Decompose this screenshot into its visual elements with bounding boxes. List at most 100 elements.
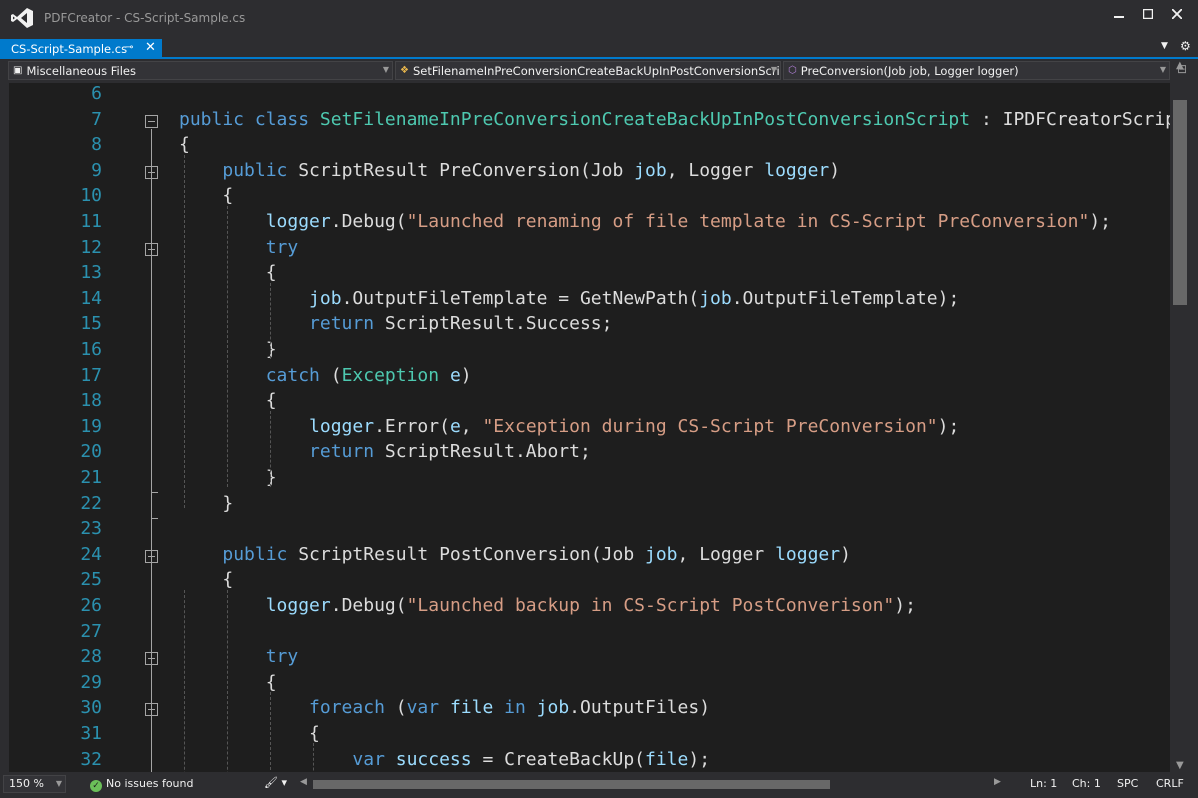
code-token: , Logger [677,543,776,565]
vertical-scroll-thumb[interactable] [1173,100,1187,305]
line-number: 23 [80,518,102,540]
window-title: PDFCreator - CS-Script-Sample.cs [44,11,246,25]
zoom-level: 150 % [9,777,44,790]
csharp-file-icon: ▣ [13,65,23,76]
tab-list-dropdown-icon[interactable]: ▼ [1161,41,1168,51]
code-token: "Launched renaming of file template in C… [406,211,1090,232]
code-token: job [699,287,732,309]
code-token: ( [330,364,342,386]
title-bar: PDFCreator - CS-Script-Sample.cs [0,0,1198,37]
zoom-dropdown[interactable]: 150 % ▼ [3,775,66,793]
line-number: 19 [80,415,102,437]
close-window-button[interactable] [1164,5,1190,23]
code-token: ); [1089,211,1112,232]
chevron-down-icon: ▼ [55,779,62,788]
code-token: .OutputFiles) [569,697,711,719]
code-line: var success = CreateBackUp(file); [179,749,710,770]
code-token: { [179,569,234,591]
code-cleanup-icon[interactable]: 🖌 ▾ [264,776,287,789]
issues-text: No issues found [106,777,194,790]
line-number: 29 [80,671,102,693]
line-number: 24 [80,543,102,565]
tab-cs-script-sample[interactable]: CS-Script-Sample.cs ⊸ ✕ [0,39,162,59]
code-token: catch [265,364,331,386]
code-token: { [179,185,234,207]
code-line: logger.Debug("Launched backup in CS-Scri… [179,595,916,616]
pin-icon[interactable]: ⊸ [125,42,133,53]
code-token: e [449,415,461,437]
code-token: success [395,748,472,770]
class-dropdown[interactable]: ❖ SetFilenameInPreConversionCreateBackUp… [395,61,781,80]
code-token: file [645,748,689,770]
line-ending-indicator[interactable]: CRLF [1156,777,1184,790]
code-line: return ScriptResult.Abort; [179,441,591,462]
line-number: 14 [80,287,102,309]
indent-guide [184,589,185,772]
member-dropdown[interactable]: ⬡ PreConversion(Job job, Logger logger) … [783,61,1170,80]
line-number: 7 [91,108,102,130]
indent-guide [227,205,228,488]
outline-line [151,128,152,772]
line-number: 20 [80,441,102,463]
code-token: var [406,697,450,719]
line-number: 13 [80,262,102,284]
outline-end-mark [151,492,158,494]
scroll-down-icon[interactable]: ▼ [1176,760,1184,771]
status-bar: 150 % ▼ ✓ No issues found 🖌 ▾ ◀ ▶ Ln: 1 C… [0,772,1198,798]
code-token: ScriptResult PostConversion(Job [298,543,645,565]
indent-guide [270,282,271,360]
code-token: ) [829,159,841,181]
code-token: return [309,313,385,335]
line-number: 17 [80,364,102,386]
code-token: { [179,134,190,156]
line-number: 12 [80,236,102,258]
scroll-right-icon[interactable]: ▶ [994,777,1001,787]
line-number: 31 [80,723,102,744]
code-token: public [222,159,299,181]
code-token: logger [265,211,331,232]
tab-close-icon[interactable]: ✕ [145,40,156,55]
project-dropdown[interactable]: ▣ Miscellaneous Files ▼ [8,61,393,80]
scroll-left-icon[interactable]: ◀ [300,777,307,787]
code-line: foreach (var file in job.OutputFiles) [179,697,710,718]
code-token: logger [265,595,331,616]
code-editor[interactable]: 6 7 public class SetFilenameInPreConversio… [9,83,1170,772]
indent-guide [270,410,271,488]
line-indicator: Ln: 1 [1030,777,1058,790]
minimize-button[interactable] [1106,5,1132,23]
line-number: 28 [80,646,102,668]
code-token: ) [460,364,472,386]
minimize-icon [1114,16,1124,18]
code-line: { [179,723,320,744]
code-token: job [309,287,342,309]
whitespace-indicator[interactable]: SPC [1117,777,1138,790]
line-number: 18 [80,390,102,412]
issues-indicator[interactable]: ✓ No issues found [90,777,193,792]
line-number: 25 [80,569,102,591]
gear-icon[interactable]: ⚙ [1180,39,1191,53]
line-number: 11 [80,211,102,232]
code-line: { [179,134,190,155]
chevron-down-icon: ▼ [1159,65,1166,74]
document-tab-strip: CS-Script-Sample.cs ⊸ ✕ ▼ ⚙ [0,37,1198,59]
horizontal-scroll-thumb[interactable] [313,780,830,789]
code-token: , Logger [666,159,765,181]
line-number: 16 [80,339,102,360]
code-token: : IPDFCreatorScript [970,108,1170,130]
line-number: 21 [80,467,102,488]
maximize-button[interactable] [1135,5,1161,23]
collapse-region-icon[interactable] [145,114,158,128]
indent-guide [270,692,271,772]
code-token: ); [937,415,960,437]
line-number: 32 [80,748,102,770]
scroll-up-icon[interactable]: ▲ [1176,60,1184,71]
code-line: public ScriptResult PostConversion(Job j… [179,544,851,565]
code-token: { [179,723,320,744]
